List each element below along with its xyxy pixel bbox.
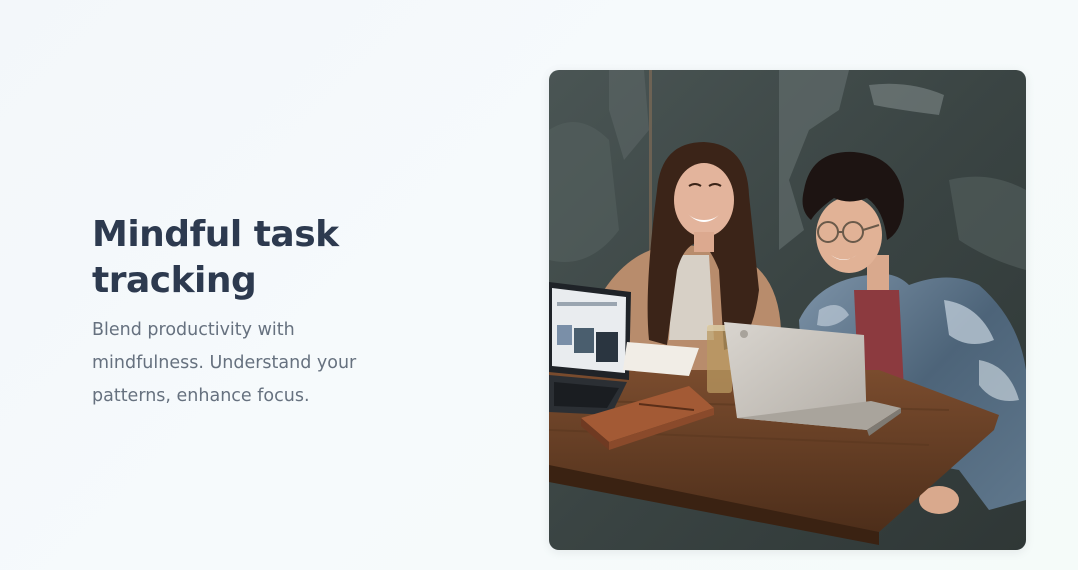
paper-pad bbox=[623, 342, 699, 376]
hero-photo bbox=[549, 70, 1026, 550]
hero-section: Mindful task tracking Blend productivity… bbox=[0, 0, 1078, 570]
hero-title: Mindful task tracking bbox=[92, 214, 339, 301]
hero-photo-illustration bbox=[549, 70, 1026, 550]
laptop-left bbox=[549, 282, 631, 415]
hero-description: Blend productivity with mindfulness. Und… bbox=[92, 320, 357, 406]
hero-text: Mindful task tracking Blend productivity… bbox=[92, 212, 392, 413]
